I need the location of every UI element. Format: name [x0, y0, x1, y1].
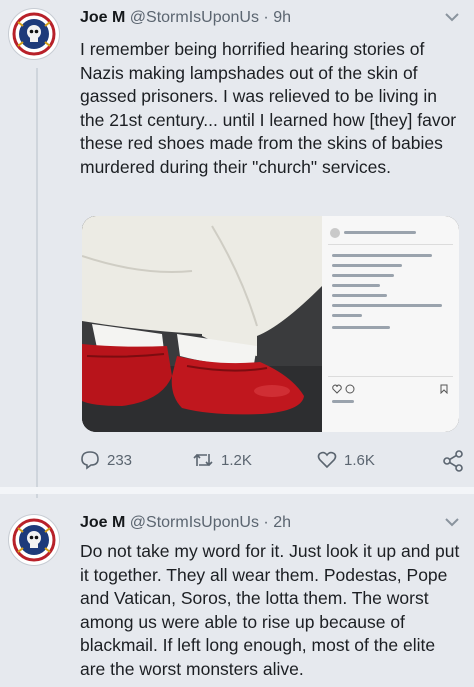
tweet-header: Joe M @StormIsUponUs · 2h [80, 514, 291, 532]
share-button[interactable] [442, 450, 464, 472]
tweet-text: Do not take my word for it. Just look it… [80, 541, 460, 679]
user-handle[interactable]: @StormIsUponUs [130, 514, 259, 531]
avatar[interactable] [8, 8, 60, 60]
tweet-2[interactable]: Joe M @StormIsUponUs · 2h Do not take my… [0, 494, 474, 687]
chevron-down-icon[interactable] [444, 10, 460, 26]
red-shoes-photo [82, 216, 322, 432]
chevron-down-icon[interactable] [444, 515, 460, 531]
retweet-count: 1.2K [221, 451, 252, 469]
tweet-1[interactable]: Joe M @StormIsUponUs · 9h I remember bei… [0, 0, 474, 498]
reply-count: 233 [107, 451, 133, 469]
like-button[interactable]: 1.6K [317, 450, 375, 470]
reply-button[interactable]: 233 [80, 450, 132, 470]
separator: · [263, 9, 269, 26]
retweet-button[interactable]: 1.2K [192, 450, 252, 470]
tweet-actions: 233 1.2K 1.6K [80, 450, 465, 474]
tweet-divider [0, 487, 474, 494]
instagram-comments-screenshot [322, 216, 459, 432]
separator: · [263, 514, 269, 531]
timestamp[interactable]: 9h [273, 9, 291, 26]
like-count: 1.6K [344, 451, 375, 469]
reply-icon [81, 451, 99, 470]
tweet-text: I remember being horrified hearing stori… [80, 39, 457, 177]
share-icon [443, 450, 463, 472]
user-handle[interactable]: @StormIsUponUs [130, 9, 259, 26]
display-name[interactable]: Joe M [80, 9, 125, 26]
display-name[interactable]: Joe M [80, 514, 125, 531]
tweet-media[interactable] [82, 216, 459, 432]
timestamp[interactable]: 2h [273, 514, 291, 531]
tweet-header: Joe M @StormIsUponUs · 9h [80, 9, 291, 27]
heart-icon [317, 451, 337, 469]
retweet-icon [193, 453, 213, 467]
thread-line [36, 68, 38, 498]
avatar[interactable] [8, 514, 60, 566]
